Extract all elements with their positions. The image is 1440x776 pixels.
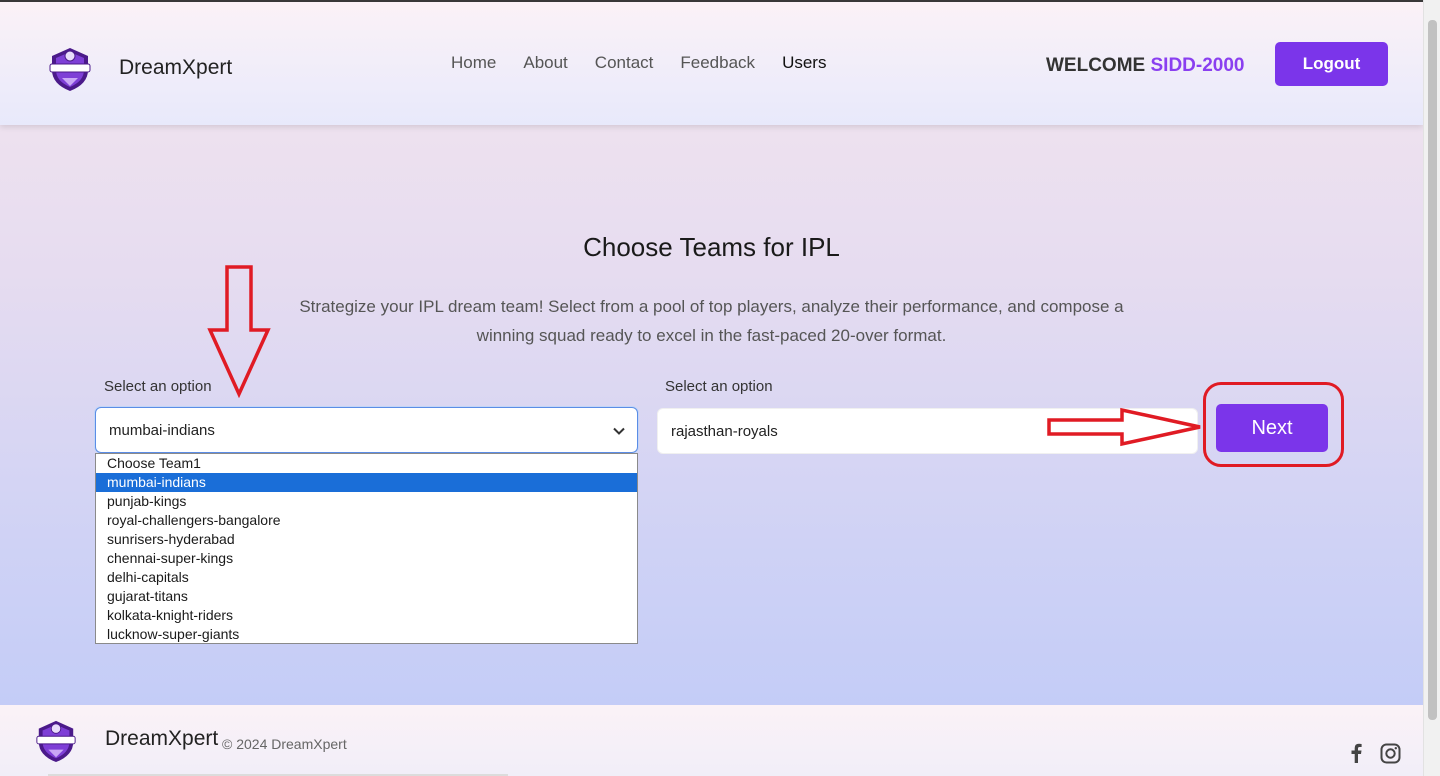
team1-select[interactable]: mumbai-indians — [95, 407, 638, 453]
logo-shield-icon[interactable] — [46, 46, 94, 92]
team1-select-value: mumbai-indians — [109, 422, 215, 439]
dropdown-option[interactable]: kolkata-knight-riders — [96, 606, 637, 625]
chevron-down-icon — [613, 427, 625, 435]
page-title: Choose Teams for IPL — [583, 232, 840, 262]
dropdown-option[interactable]: chennai-super-kings — [96, 549, 637, 568]
dropdown-option[interactable]: Choose Team1 — [96, 454, 637, 473]
dropdown-option[interactable]: delhi-capitals — [96, 568, 637, 587]
instagram-icon[interactable] — [1380, 743, 1401, 764]
dropdown-option[interactable]: lucknow-super-giants — [96, 625, 637, 644]
scrollbar-thumb[interactable] — [1428, 20, 1437, 720]
team2-select-value: rajasthan-royals — [671, 423, 778, 440]
brand-name: DreamXpert — [119, 56, 233, 79]
dropdown-option[interactable]: punjab-kings — [96, 492, 637, 511]
dropdown-option[interactable]: gujarat-titans — [96, 587, 637, 606]
logo-shield-icon[interactable] — [33, 719, 79, 763]
page-description: Strategize your IPL dream team! Select f… — [299, 297, 1124, 345]
annotation-highlight-box — [1203, 382, 1344, 467]
team1-dropdown-list: Choose Team1 mumbai-indians punjab-kings… — [95, 453, 638, 644]
annotation-right-arrow — [1047, 407, 1201, 447]
username: SIDD-2000 — [1150, 55, 1245, 76]
dropdown-option[interactable]: sunrisers-hyderabad — [96, 530, 637, 549]
annotation-down-arrow — [207, 265, 271, 398]
nav-home[interactable]: Home — [451, 53, 496, 73]
logout-button[interactable]: Logout — [1275, 42, 1388, 86]
nav-users[interactable]: Users — [782, 53, 826, 73]
team1-select-label: Select an option — [104, 378, 212, 395]
site-footer: DreamXpert © 2024 DreamXpert — [0, 705, 1423, 776]
page-scrollbar[interactable] — [1423, 0, 1440, 776]
nav-contact[interactable]: Contact — [595, 53, 654, 73]
main-nav: Home About Contact Feedback Users — [451, 53, 826, 73]
welcome-prefix: WELCOME — [1046, 55, 1146, 76]
team2-select-label: Select an option — [665, 378, 773, 395]
facebook-icon[interactable] — [1347, 743, 1365, 763]
footer-copyright: © 2024 DreamXpert — [222, 736, 347, 752]
footer-brand: DreamXpert — [105, 727, 219, 750]
site-header: DreamXpert Home About Contact Feedback U… — [0, 2, 1423, 125]
nav-about[interactable]: About — [523, 53, 567, 73]
dropdown-option[interactable]: royal-challengers-bangalore — [96, 511, 637, 530]
nav-feedback[interactable]: Feedback — [680, 53, 755, 73]
welcome-message: WELCOME SIDD-2000 — [1046, 55, 1245, 77]
dropdown-option-selected[interactable]: mumbai-indians — [96, 473, 637, 492]
